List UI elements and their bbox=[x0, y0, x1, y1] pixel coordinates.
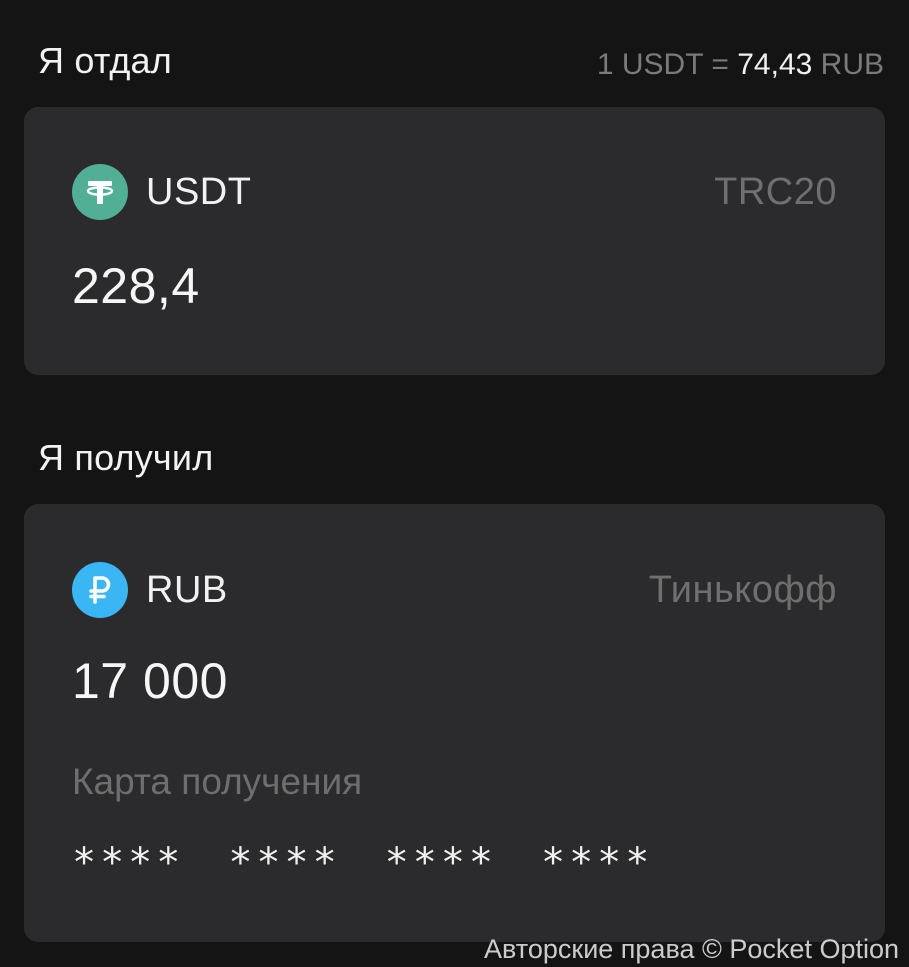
sent-asset-row: USDT TRC20 bbox=[72, 164, 837, 220]
rate-left: 1 USDT bbox=[596, 48, 704, 81]
card-group-1: **** bbox=[72, 840, 185, 886]
received-asset-code: RUB bbox=[146, 568, 228, 611]
card-group-3: **** bbox=[384, 840, 497, 886]
sent-card[interactable]: USDT TRC20 228,4 bbox=[24, 107, 885, 375]
card-label: Карта получения bbox=[72, 761, 363, 802]
rate-equals: = bbox=[711, 48, 729, 81]
rate-unit: RUB bbox=[820, 48, 884, 81]
received-section-title: Я получил bbox=[38, 437, 214, 478]
received-bank: Тинькофф bbox=[648, 568, 837, 611]
sent-asset-code: USDT bbox=[146, 170, 252, 213]
tether-icon bbox=[72, 164, 128, 220]
sent-network: TRC20 bbox=[714, 170, 837, 213]
ruble-icon bbox=[72, 562, 128, 618]
card-number-masked: **** **** **** **** bbox=[72, 840, 653, 886]
received-asset-row: RUB Тинькофф bbox=[72, 562, 837, 618]
exchange-rate: 1 USDT = 74,43 RUB bbox=[597, 48, 884, 82]
sent-asset: USDT bbox=[72, 164, 251, 220]
card-group-2: **** bbox=[228, 840, 341, 886]
watermark: Авторские права © Pocket Option bbox=[484, 934, 899, 964]
sent-amount: 228,4 bbox=[72, 258, 200, 314]
card-group-4: **** bbox=[540, 840, 654, 886]
received-amount: 17 000 bbox=[72, 653, 228, 709]
received-card[interactable]: RUB Тинькофф 17 000 Карта получения ****… bbox=[24, 504, 885, 942]
received-asset: RUB bbox=[72, 562, 228, 618]
sent-section-title: Я отдал bbox=[38, 40, 172, 81]
rate-value: 74,43 bbox=[737, 48, 813, 81]
